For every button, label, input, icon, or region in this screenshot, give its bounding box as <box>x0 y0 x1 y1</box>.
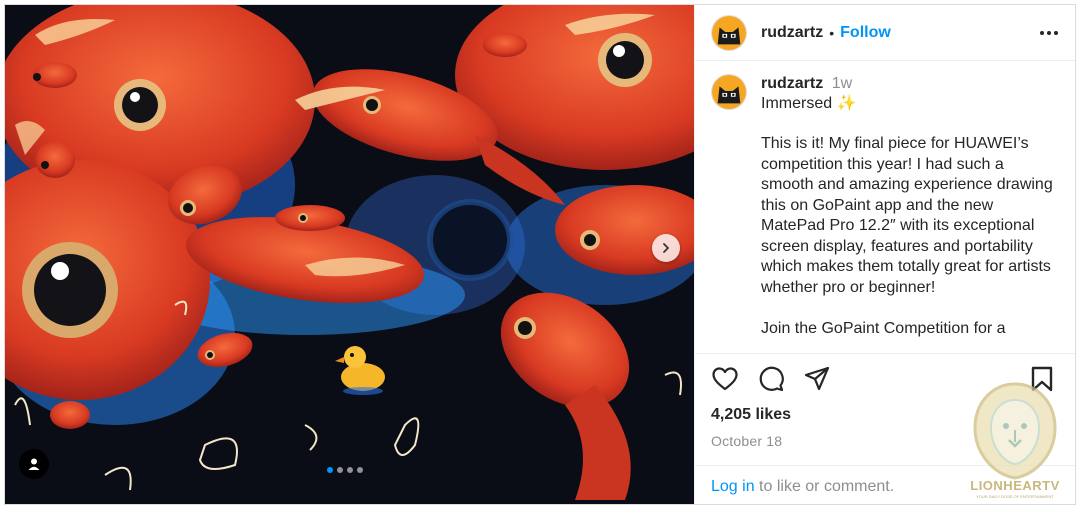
artwork-image <box>5 5 694 504</box>
follow-button[interactable]: Follow <box>840 24 891 42</box>
tagged-users-button[interactable] <box>19 449 49 479</box>
cat-avatar-icon <box>712 75 746 109</box>
carousel-next-button[interactable] <box>652 234 680 262</box>
header-username[interactable]: rudzartz <box>761 24 823 42</box>
caption-title: Immersed <box>761 95 833 112</box>
header-separator: • <box>829 24 835 41</box>
caption-body: rudzartz 1w Immersed ✨ This is it! My fi… <box>761 74 1060 339</box>
avatar[interactable] <box>711 14 747 51</box>
share-icon <box>804 366 830 391</box>
like-button[interactable] <box>711 365 739 393</box>
carousel-dot <box>327 467 333 473</box>
caption-text: This is it! My final piece for HUAWEI’s … <box>761 135 1053 337</box>
login-link[interactable]: Log in <box>711 478 755 495</box>
post-header: rudzartz • Follow <box>695 5 1075 61</box>
user-tag-icon <box>28 458 40 470</box>
comment-button[interactable] <box>757 365 785 393</box>
watermark-subtext: YOUR DAILY DOSE OF ENTERTAINMENT <box>976 494 1054 499</box>
login-prompt-text: to like or comment. <box>754 478 895 495</box>
carousel-dot <box>337 467 343 473</box>
caption: rudzartz 1w Immersed ✨ This is it! My fi… <box>695 62 1075 339</box>
carousel-dot <box>357 467 363 473</box>
chevron-right-icon <box>663 243 669 253</box>
carousel-dot <box>347 467 353 473</box>
more-icon <box>1040 30 1058 35</box>
caption-username[interactable]: rudzartz <box>761 75 823 92</box>
cat-avatar-icon <box>712 15 746 50</box>
comment-icon <box>759 366 784 392</box>
caption-avatar[interactable] <box>711 74 747 110</box>
sparkles-icon: ✨ <box>836 95 857 112</box>
heart-icon <box>712 367 738 391</box>
watermark-text: LIONHEARTV <box>970 478 1060 493</box>
share-button[interactable] <box>803 365 831 393</box>
comments-section[interactable]: rudzartz 1w Immersed ✨ This is it! My fi… <box>695 62 1075 352</box>
more-options-button[interactable] <box>1037 21 1061 45</box>
post-media[interactable] <box>5 5 694 504</box>
carousel-indicators <box>327 467 363 473</box>
post-frame: rudzartz • Follow rudzartz 1w Immersed ✨… <box>4 4 1076 505</box>
caption-time[interactable]: 1w <box>832 75 852 92</box>
